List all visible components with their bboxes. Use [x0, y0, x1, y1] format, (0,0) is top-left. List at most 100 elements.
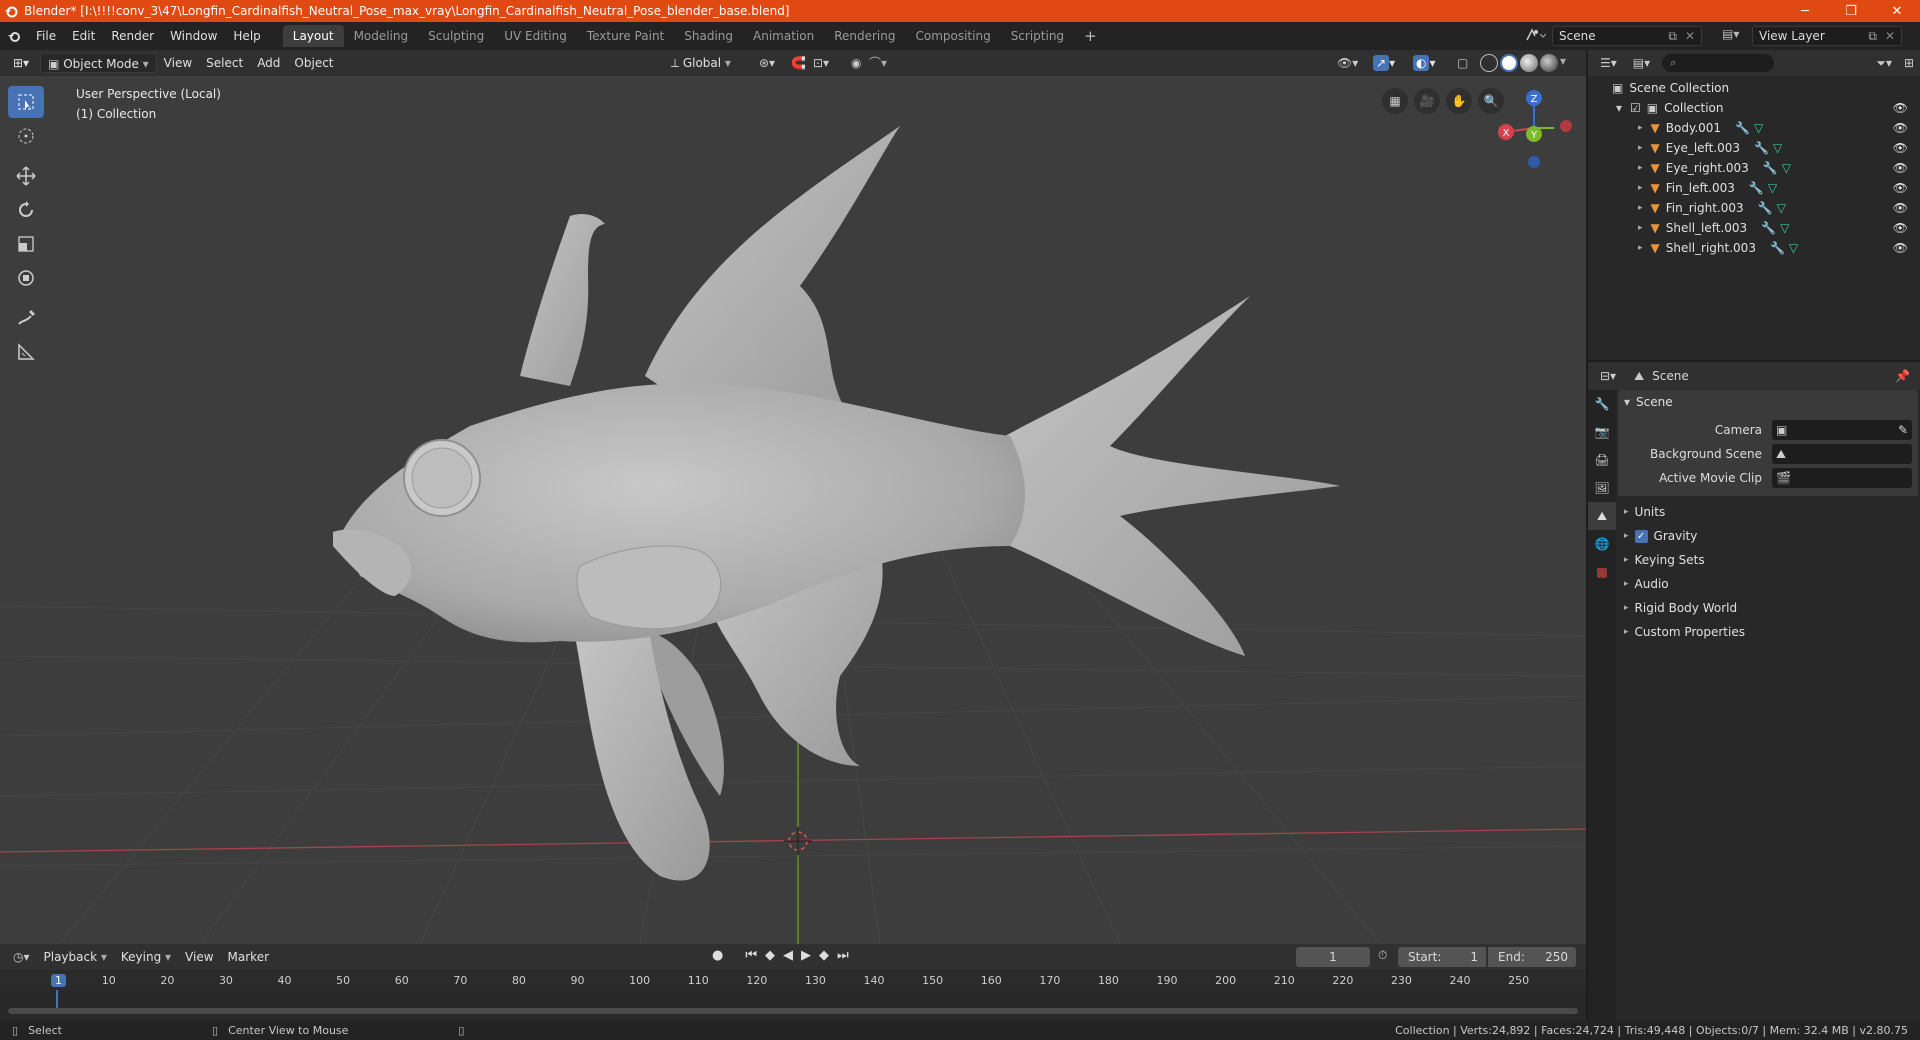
stopwatch-icon[interactable]: ⏱	[1378, 948, 1387, 963]
mesh-data-icon[interactable]: ▽	[1773, 141, 1782, 155]
play-reverse-icon[interactable]: ◀	[783, 948, 793, 963]
outliner-item[interactable]: ▸ ▼ Body.001 🔧 ▽ 👁	[1588, 118, 1920, 138]
expand-arrow-icon[interactable]: ▸	[1638, 123, 1643, 133]
expand-arrow-icon[interactable]: ▸	[1638, 223, 1643, 233]
menu-object[interactable]: Object	[287, 53, 340, 73]
start-frame-field[interactable]: Start: 1	[1398, 947, 1486, 967]
copy-icon[interactable]: ⧉	[1668, 29, 1677, 44]
menu-help[interactable]: Help	[225, 25, 268, 47]
jump-start-icon[interactable]: ⏮	[745, 948, 757, 963]
outliner-editor-icon[interactable]: ☰▾	[1600, 56, 1617, 70]
timeline-scrollbar[interactable]	[8, 1008, 1578, 1014]
tab-compositing[interactable]: Compositing	[905, 25, 1000, 47]
falloff-icon[interactable]: ⌒▾	[862, 53, 894, 73]
eye-icon[interactable]: 👁	[1893, 201, 1908, 215]
outliner-item[interactable]: ▸ ▼ Eye_left.003 🔧 ▽ 👁	[1588, 138, 1920, 158]
menu-timeline-view[interactable]: View	[178, 947, 220, 967]
eye-icon[interactable]: 👁	[1893, 221, 1908, 235]
snap-target-icon[interactable]: ⊡▾	[806, 53, 836, 73]
modifier-icon[interactable]: 🔧	[1761, 221, 1776, 235]
gizmo-toggle-icon[interactable]: ↗ ▾	[1366, 53, 1402, 73]
next-keyframe-icon[interactable]: ◆	[819, 948, 829, 963]
mesh-data-icon[interactable]: ▽	[1780, 221, 1789, 235]
menu-edit[interactable]: Edit	[64, 25, 103, 47]
properties-editor-icon[interactable]: ⊟▾	[1600, 369, 1616, 383]
eye-icon[interactable]: 👁	[1893, 161, 1908, 175]
scene-selector-icon[interactable]	[1524, 26, 1547, 47]
pin-icon[interactable]: 📌	[1895, 369, 1910, 383]
menu-window[interactable]: Window	[162, 25, 225, 47]
current-frame-field[interactable]: 1	[1296, 947, 1370, 967]
outliner-item[interactable]: ▸ ▼ Shell_left.003 🔧 ▽ 👁	[1588, 218, 1920, 238]
end-frame-field[interactable]: End: 250	[1488, 947, 1576, 967]
timeline-area[interactable]: 1 10 20 30 40 50 60 70 80 90 100 110 120 130 140 150 160…	[0, 970, 1586, 1020]
3d-viewport[interactable]: User Perspective (Local) (1) Collection …	[0, 76, 1586, 944]
eye-icon[interactable]: 👁	[1893, 121, 1908, 135]
tab-uv-editing[interactable]: UV Editing	[494, 25, 577, 47]
rendered-shading-icon[interactable]	[1540, 54, 1558, 72]
annotate-tool-icon[interactable]	[8, 302, 44, 334]
pan-hand-icon[interactable]: ✋	[1446, 88, 1472, 114]
editor-type-icon[interactable]: ⊞▾	[6, 53, 36, 73]
texture-tab-icon[interactable]: ▩	[1588, 558, 1616, 586]
expand-arrow-icon[interactable]: ▸	[1638, 203, 1643, 213]
background-scene-field[interactable]: ⛰	[1772, 444, 1912, 464]
world-tab-icon[interactable]: 🌐	[1588, 530, 1616, 558]
navigation-gizmo[interactable]: Z Y X	[1492, 82, 1582, 172]
modifier-icon[interactable]: 🔧	[1754, 141, 1769, 155]
tab-sculpting[interactable]: Sculpting	[418, 25, 494, 47]
render-tab-icon[interactable]: 📷	[1588, 418, 1616, 446]
modifier-icon[interactable]: 🔧	[1770, 241, 1785, 255]
modifier-icon[interactable]: 🔧	[1735, 121, 1750, 135]
subsection-units[interactable]: ▸ Units	[1618, 500, 1918, 524]
outliner-collection[interactable]: ▾ ☑ ▣ Collection 👁	[1588, 98, 1920, 118]
active-movie-clip-field[interactable]: 🎬	[1772, 468, 1912, 488]
expand-arrow-icon[interactable]: ▾	[1616, 101, 1622, 115]
eye-icon[interactable]: 👁	[1893, 141, 1908, 155]
jump-end-icon[interactable]: ⏭	[837, 948, 849, 963]
eyedropper-icon[interactable]: ✎	[1898, 423, 1908, 437]
view-layer-close-icon[interactable]: ✕	[1885, 29, 1895, 43]
output-tab-icon[interactable]: 🖨	[1588, 446, 1616, 474]
tab-scripting[interactable]: Scripting	[1001, 25, 1074, 47]
tab-shading[interactable]: Shading	[674, 25, 743, 47]
view-layer-tab-icon[interactable]: 🖼	[1588, 474, 1616, 502]
menu-playback[interactable]: Playback ▾	[37, 947, 114, 967]
outliner-item[interactable]: ▸ ▼ Fin_right.003 🔧 ▽ 👁	[1588, 198, 1920, 218]
camera-view-icon[interactable]: 🎥	[1414, 88, 1440, 114]
mesh-data-icon[interactable]: ▽	[1789, 241, 1798, 255]
menu-render[interactable]: Render	[103, 25, 162, 47]
scene-field[interactable]: Scene ⧉ ✕	[1552, 26, 1702, 46]
select-box-tool-icon[interactable]	[8, 86, 44, 118]
minimize-button[interactable]: ─	[1782, 0, 1828, 22]
3d-cursor-icon[interactable]	[784, 827, 812, 855]
record-icon[interactable]: ●	[712, 948, 723, 963]
tab-rendering[interactable]: Rendering	[824, 25, 905, 47]
visibility-icon[interactable]: 👁▾	[1330, 53, 1365, 73]
cursor-tool-icon[interactable]	[8, 120, 44, 152]
blender-menu-icon[interactable]	[0, 29, 28, 43]
subsection-gravity[interactable]: ▸ ✓ Gravity	[1618, 524, 1918, 548]
expand-arrow-icon[interactable]: ▸	[1638, 183, 1643, 193]
modifier-icon[interactable]: 🔧	[1749, 181, 1764, 195]
overlays-toggle-icon[interactable]: ◐ ▾	[1406, 53, 1443, 73]
eye-icon[interactable]: 👁	[1893, 101, 1908, 115]
menu-select[interactable]: Select	[199, 53, 250, 73]
measure-tool-icon[interactable]	[8, 336, 44, 368]
subsection-keying-sets[interactable]: ▸ Keying Sets	[1618, 548, 1918, 572]
solid-shading-icon[interactable]	[1500, 54, 1518, 72]
outliner-item[interactable]: ▸ ▼ Fin_left.003 🔧 ▽ 👁	[1588, 178, 1920, 198]
outliner-search-input[interactable]: ⌕	[1662, 54, 1775, 72]
shading-options-icon[interactable]: ▾	[1560, 54, 1566, 72]
rotate-tool-icon[interactable]	[8, 194, 44, 226]
transform-tool-icon[interactable]	[8, 262, 44, 294]
menu-keying[interactable]: Keying ▾	[114, 947, 178, 967]
gizmo-neg-z-axis[interactable]	[1528, 156, 1540, 168]
outliner-scene-collection[interactable]: ▣ Scene Collection	[1588, 78, 1920, 98]
tab-modeling[interactable]: Modeling	[344, 25, 419, 47]
outliner-item[interactable]: ▸ ▼ Eye_right.003 🔧 ▽ 👁	[1588, 158, 1920, 178]
add-workspace-button[interactable]: +	[1074, 25, 1107, 47]
scene-section-header[interactable]: ▾ Scene	[1618, 390, 1918, 414]
tab-texture-paint[interactable]: Texture Paint	[577, 25, 674, 47]
mesh-data-icon[interactable]: ▽	[1777, 201, 1786, 215]
